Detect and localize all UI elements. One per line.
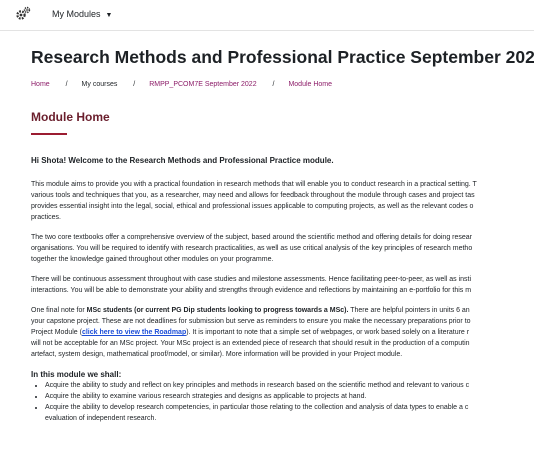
text-line: together the knowledge gained throughout… (31, 256, 274, 263)
text-line: provides essential insight into the lega… (31, 203, 474, 210)
top-navbar: My Modules ▼ (0, 0, 534, 31)
text-fragment: Project Module ( (31, 329, 82, 336)
breadcrumb-course[interactable]: RMPP_PCOM7E September 2022 (149, 81, 256, 88)
text-fragment: evaluation of independent research. (45, 415, 157, 422)
text-fragment: ). It is important to note that a simple… (186, 329, 470, 336)
text-line: artefact, system design, mathematical pr… (31, 351, 403, 358)
list-item: Acquire the ability to study and reflect… (45, 380, 534, 391)
module-content: Hi Shota! Welcome to the Research Method… (31, 155, 534, 424)
list-item: Acquire the ability to develop research … (45, 402, 534, 424)
text-fragment: Acquire the ability to develop research … (45, 404, 469, 411)
textbooks-paragraph: The two core textbooks offer a comprehen… (31, 232, 534, 265)
my-modules-dropdown[interactable]: My Modules ▼ (52, 9, 112, 19)
text-line: will not be acceptable for an MSc projec… (31, 340, 470, 347)
breadcrumb-separator: / (133, 81, 136, 88)
text-line: various tools and techniques that you, a… (31, 192, 475, 199)
gears-icon[interactable] (14, 5, 32, 23)
breadcrumb-separator: / (65, 81, 68, 88)
breadcrumb-home[interactable]: Home (31, 81, 50, 88)
text-line: This module aims to provide you with a p… (31, 181, 477, 188)
list-item: Acquire the ability to examine various r… (45, 391, 534, 402)
intro-paragraph: This module aims to provide you with a p… (31, 179, 534, 223)
breadcrumb: Home / My courses / RMPP_PCOM7E Septembe… (31, 81, 332, 88)
breadcrumb-module-home[interactable]: Module Home (288, 81, 332, 88)
text-line: practices. (31, 214, 61, 221)
text-fragment: One final note for (31, 307, 87, 314)
my-modules-label: My Modules (52, 9, 101, 19)
page-title: Research Methods and Professional Practi… (31, 47, 534, 67)
caret-down-icon: ▼ (105, 12, 113, 19)
assessment-paragraph: There will be continuous assessment thro… (31, 274, 534, 296)
text-line: interactions. You will be able to demons… (31, 287, 472, 294)
text-line: There will be continuous assessment thro… (31, 276, 472, 283)
welcome-greeting: Hi Shota! Welcome to the Research Method… (31, 156, 334, 165)
section-title-underline (31, 133, 67, 135)
roadmap-link[interactable]: click here to view the Roadmap (82, 329, 186, 336)
section-title: Module Home (31, 110, 110, 124)
module-goals-heading: In this module we shall: (31, 370, 122, 379)
text-line: One final note for MSc students (or curr… (31, 305, 534, 316)
text-line: Project Module (click here to view the R… (31, 327, 534, 338)
module-goals-list: Acquire the ability to study and reflect… (31, 380, 534, 424)
text-line: organisations. You will be required to i… (31, 245, 473, 252)
msc-students-bold: MSc students (or current PG Dip students… (86, 307, 349, 314)
text-line: your capstone project. These are not dea… (31, 318, 471, 325)
breadcrumb-my-courses: My courses (81, 81, 118, 88)
text-line: The two core textbooks offer a comprehen… (31, 234, 472, 241)
msc-note-paragraph: One final note for MSc students (or curr… (31, 305, 534, 360)
breadcrumb-separator: / (272, 81, 275, 88)
text-fragment: There are helpful pointers in units 6 an (348, 307, 470, 314)
